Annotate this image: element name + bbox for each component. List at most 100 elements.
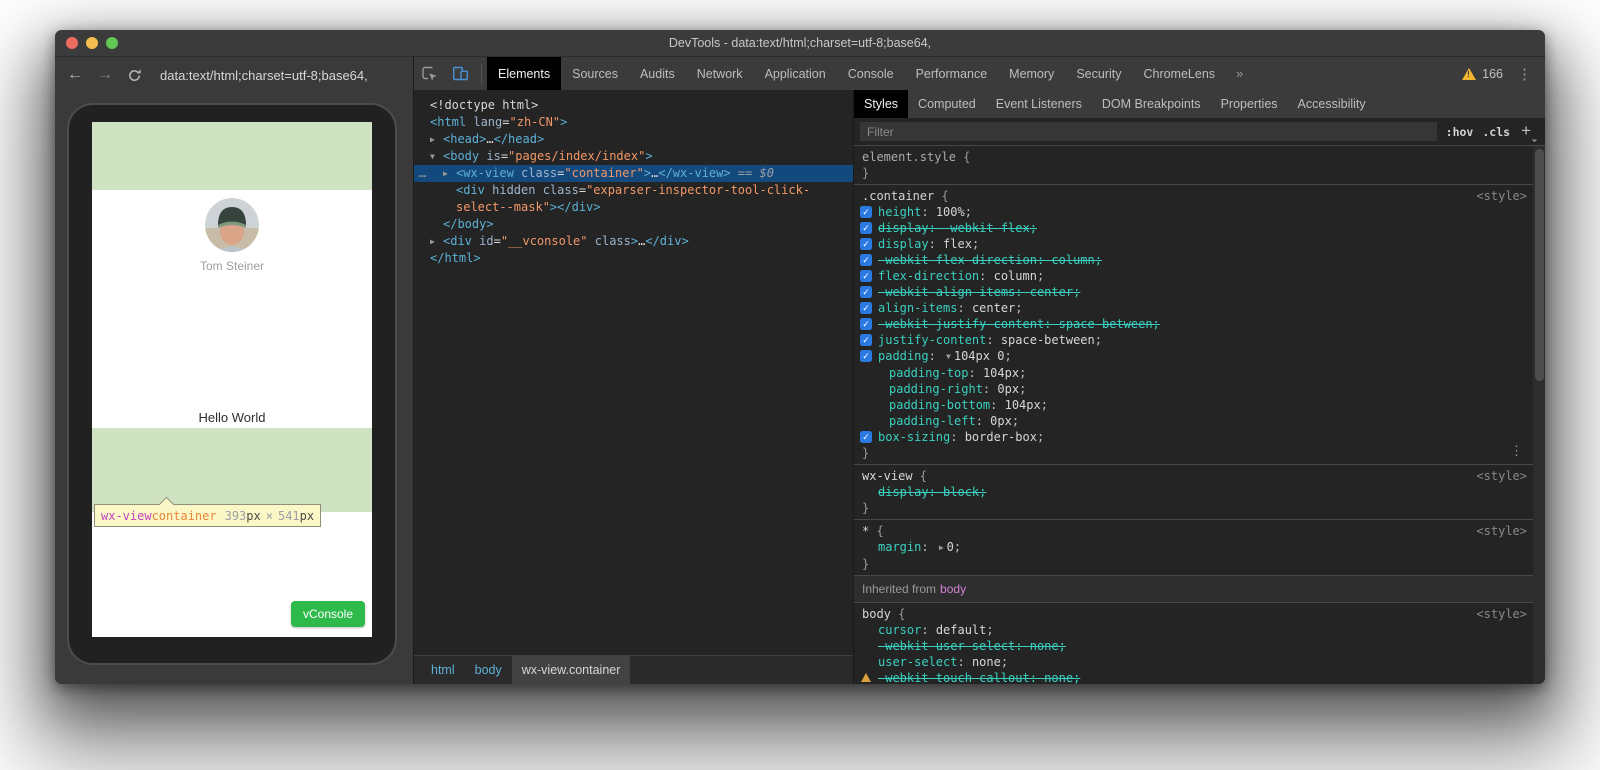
sidebar-tab-event-listeners[interactable]: Event Listeners (986, 90, 1092, 118)
css-property[interactable]: ✓display: -webkit-flex; (854, 220, 1533, 236)
tab-elements[interactable]: Elements (487, 57, 561, 90)
expand-arrow-icon[interactable]: ▶ (430, 233, 443, 250)
warning-badge[interactable]: 166 (1454, 57, 1511, 90)
scrollbar[interactable] (1533, 146, 1545, 684)
css-property[interactable]: -webkit-touch-callout: none; (854, 670, 1533, 684)
css-property[interactable]: padding-left: 0px; (854, 413, 1533, 429)
open-brace: { (934, 189, 948, 203)
css-property[interactable]: ✓justify-content: space-between; (854, 332, 1533, 348)
css-selector[interactable]: * { (854, 523, 1533, 539)
inherited-from-link[interactable]: body (940, 582, 966, 596)
css-property[interactable]: padding-top: 104px; (854, 365, 1533, 381)
tab-application[interactable]: Application (754, 57, 837, 90)
property-checkbox[interactable]: ✓ (860, 350, 872, 362)
property-checkbox[interactable]: ✓ (860, 238, 872, 250)
property-checkbox[interactable]: ✓ (860, 270, 872, 282)
dom-tree-line[interactable]: </body> (414, 216, 853, 233)
dom-tree-line[interactable]: …▶<wx-view class="container">…</wx-view>… (414, 165, 853, 182)
minimize-window-button[interactable] (86, 37, 98, 49)
dom-tree-line[interactable]: <div hidden class="exparser-inspector-to… (414, 182, 853, 199)
url-text[interactable]: data:text/html;charset=utf-8;base64, (160, 68, 368, 83)
css-property[interactable]: display: block; (854, 484, 1533, 500)
dom-tree-line[interactable]: ▶<div id="__vconsole" class>…</div> (414, 233, 853, 250)
property-checkbox[interactable]: ✓ (860, 431, 872, 443)
close-window-button[interactable] (66, 37, 78, 49)
element-class-toggle[interactable]: .cls (1482, 125, 1510, 139)
tab-memory[interactable]: Memory (998, 57, 1065, 90)
css-property[interactable]: ✓-webkit-align-items: center; (854, 284, 1533, 300)
dom-tree-line[interactable]: <html lang="zh-CN"> (414, 114, 853, 131)
css-property[interactable]: cursor: default; (854, 622, 1533, 638)
tab-network[interactable]: Network (686, 57, 754, 90)
css-property[interactable]: ✓display: flex; (854, 236, 1533, 252)
scrollbar-thumb[interactable] (1535, 149, 1544, 381)
sidebar-tab-dom-breakpoints[interactable]: DOM Breakpoints (1092, 90, 1211, 118)
sidebar-tab-computed[interactable]: Computed (908, 90, 986, 118)
tab-performance[interactable]: Performance (905, 57, 999, 90)
dom-tree-line[interactable]: ▶<head>…</head> (414, 131, 853, 148)
css-property[interactable]: ✓-webkit-flex-direction: column; (854, 252, 1533, 268)
expand-arrow-icon[interactable]: ▶ (430, 131, 443, 148)
dom-tree-line[interactable]: <!doctype html> (414, 97, 853, 114)
inspect-element-icon[interactable] (414, 57, 445, 90)
css-selector[interactable]: element.style { (854, 149, 1533, 165)
tab-console[interactable]: Console (837, 57, 905, 90)
zoom-window-button[interactable] (106, 37, 118, 49)
dom-tree-line[interactable]: ▼<body is="pages/index/index"> (414, 148, 853, 165)
property-checkbox[interactable]: ✓ (860, 206, 872, 218)
css-property[interactable]: ✓box-sizing: border-box; (854, 429, 1533, 445)
property-expand-icon[interactable]: ▼ (946, 352, 951, 361)
property-checkbox[interactable]: ✓ (860, 318, 872, 330)
rule-more-icon[interactable]: ⋮ (1510, 444, 1523, 460)
css-property[interactable]: ✓padding: ▼104px 0; (854, 348, 1533, 365)
dom-tree-line[interactable]: select--mask"></div> (414, 199, 853, 216)
property-checkbox[interactable]: ✓ (860, 286, 872, 298)
tab-audits[interactable]: Audits (629, 57, 686, 90)
tab-sources[interactable]: Sources (561, 57, 629, 90)
stylesheet-link[interactable]: <style> (1476, 468, 1527, 484)
property-expand-icon[interactable]: ▶ (939, 543, 944, 552)
stylesheet-link[interactable]: <style> (1476, 523, 1527, 539)
tab-chromelens[interactable]: ChromeLens (1132, 57, 1226, 90)
breadcrumb-wx-view-container[interactable]: wx-view.container (512, 656, 631, 684)
css-selector[interactable]: wx-view { (854, 468, 1533, 484)
property-checkbox[interactable]: ✓ (860, 302, 872, 314)
close-brace: } (854, 556, 1533, 572)
css-property[interactable]: padding-right: 0px; (854, 381, 1533, 397)
reload-icon[interactable] (127, 68, 142, 83)
tab-security[interactable]: Security (1065, 57, 1132, 90)
sidebar-tab-accessibility[interactable]: Accessibility (1288, 90, 1376, 118)
new-style-rule-button[interactable]: + (1521, 121, 1531, 141)
css-property[interactable]: margin: ▶0; (854, 539, 1533, 556)
expand-arrow-icon[interactable]: ▶ (443, 165, 456, 182)
property-checkbox[interactable]: ✓ (860, 222, 872, 234)
breadcrumb-body[interactable]: body (465, 656, 512, 684)
css-property[interactable]: -webkit-user-select: none; (854, 638, 1533, 654)
css-property[interactable]: ✓height: 100%; (854, 204, 1533, 220)
forward-icon[interactable]: → (97, 67, 113, 83)
css-property[interactable]: ✓flex-direction: column; (854, 268, 1533, 284)
dom-tree-line[interactable]: </html> (414, 250, 853, 267)
dom-token: </wx-view> (658, 166, 730, 180)
pseudo-state-toggle[interactable]: :hov (1446, 125, 1474, 139)
sidebar-tab-properties[interactable]: Properties (1211, 90, 1288, 118)
styles-filter-input[interactable] (860, 122, 1437, 141)
back-icon[interactable]: ← (67, 67, 83, 83)
css-property[interactable]: ✓align-items: center; (854, 300, 1533, 316)
breadcrumb-html[interactable]: html (421, 656, 465, 684)
device-toolbar-icon[interactable] (445, 57, 476, 90)
property-checkbox[interactable]: ✓ (860, 334, 872, 346)
vconsole-button[interactable]: vConsole (291, 601, 365, 627)
css-property[interactable]: user-select: none; (854, 654, 1533, 670)
sidebar-tab-styles[interactable]: Styles (854, 90, 908, 118)
css-property[interactable]: padding-bottom: 104px; (854, 397, 1533, 413)
stylesheet-link[interactable]: <style> (1476, 606, 1527, 622)
css-selector[interactable]: body { (854, 606, 1533, 622)
devtools-menu-icon[interactable]: ⋮ (1511, 57, 1545, 90)
css-property[interactable]: ✓-webkit-justify-content: space-between; (854, 316, 1533, 332)
css-selector[interactable]: .container { (854, 188, 1533, 204)
expand-arrow-icon[interactable]: ▼ (430, 148, 443, 165)
stylesheet-link[interactable]: <style> (1476, 188, 1527, 204)
property-checkbox[interactable]: ✓ (860, 254, 872, 266)
more-tabs-chevron[interactable]: » (1226, 57, 1253, 90)
